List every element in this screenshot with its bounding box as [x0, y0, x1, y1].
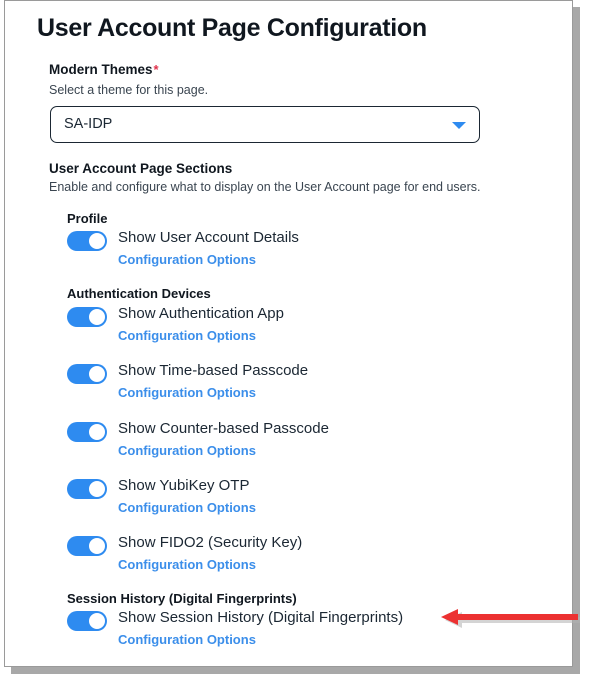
- section-row-show-time-based-passcode: Show Time-based Passcode Configuration O…: [67, 362, 497, 406]
- sections-title: User Account Page Sections: [49, 161, 233, 176]
- row-label: Show Authentication App: [118, 305, 284, 322]
- toggle-knob: [88, 612, 106, 630]
- configuration-options-link[interactable]: Configuration Options: [118, 385, 256, 400]
- row-label: Show YubiKey OTP: [118, 477, 250, 494]
- toggle-knob: [88, 232, 106, 250]
- required-asterisk-icon: *: [153, 62, 159, 77]
- row-label: Show Session History (Digital Fingerprin…: [118, 609, 404, 626]
- chevron-down-icon: [452, 122, 466, 129]
- configuration-options-link[interactable]: Configuration Options: [118, 328, 256, 343]
- group-heading-session-history: Session History (Digital Fingerprints): [67, 591, 297, 606]
- toggle-knob: [88, 537, 106, 555]
- toggle-show-yubikey-otp[interactable]: [67, 479, 107, 499]
- configuration-options-link[interactable]: Configuration Options: [118, 500, 256, 515]
- toggle-show-authentication-app[interactable]: [67, 307, 107, 327]
- page-title: User Account Page Configuration: [37, 14, 427, 42]
- config-page: User Account Page Configuration Modern T…: [5, 1, 572, 666]
- row-label: Show Counter-based Passcode: [118, 420, 329, 437]
- row-label: Show FIDO2 (Security Key): [118, 534, 303, 551]
- toggle-knob: [88, 365, 106, 383]
- modern-themes-selected-value: SA-IDP: [64, 116, 113, 132]
- toggle-knob: [88, 308, 106, 326]
- section-row-show-fido2-security-key: Show FIDO2 (Security Key) Configuration …: [67, 534, 497, 578]
- row-label: Show Time-based Passcode: [118, 362, 309, 379]
- configuration-options-link[interactable]: Configuration Options: [118, 443, 256, 458]
- screenshot-frame: User Account Page Configuration Modern T…: [0, 0, 591, 679]
- group-heading-authentication-devices: Authentication Devices: [67, 286, 211, 301]
- configuration-options-link[interactable]: Configuration Options: [118, 632, 256, 647]
- section-row-show-user-account-details: Show User Account Details Configuration …: [67, 229, 497, 273]
- sections-help: Enable and configure what to display on …: [49, 180, 481, 194]
- toggle-show-fido2-security-key[interactable]: [67, 536, 107, 556]
- modern-themes-label-text: Modern Themes: [49, 62, 153, 77]
- group-heading-profile: Profile: [67, 211, 108, 226]
- section-row-show-authentication-app: Show Authentication App Configuration Op…: [67, 305, 497, 349]
- toggle-show-session-history[interactable]: [67, 611, 107, 631]
- section-row-show-session-history: Show Session History (Digital Fingerprin…: [67, 609, 497, 653]
- configuration-options-link[interactable]: Configuration Options: [118, 557, 256, 572]
- modern-themes-label: Modern Themes*: [49, 62, 159, 77]
- modern-themes-help: Select a theme for this page.: [49, 83, 209, 97]
- toggle-show-counter-based-passcode[interactable]: [67, 422, 107, 442]
- configuration-options-link[interactable]: Configuration Options: [118, 252, 256, 267]
- section-row-show-yubikey-otp: Show YubiKey OTP Configuration Options: [67, 477, 497, 521]
- section-row-show-counter-based-passcode: Show Counter-based Passcode Configuratio…: [67, 420, 497, 464]
- row-label: Show User Account Details: [118, 229, 299, 246]
- modern-themes-select[interactable]: SA-IDP: [50, 106, 480, 143]
- toggle-knob: [88, 480, 106, 498]
- page-frame: User Account Page Configuration Modern T…: [4, 0, 573, 667]
- toggle-show-time-based-passcode[interactable]: [67, 364, 107, 384]
- toggle-knob: [88, 423, 106, 441]
- toggle-show-user-account-details[interactable]: [67, 231, 107, 251]
